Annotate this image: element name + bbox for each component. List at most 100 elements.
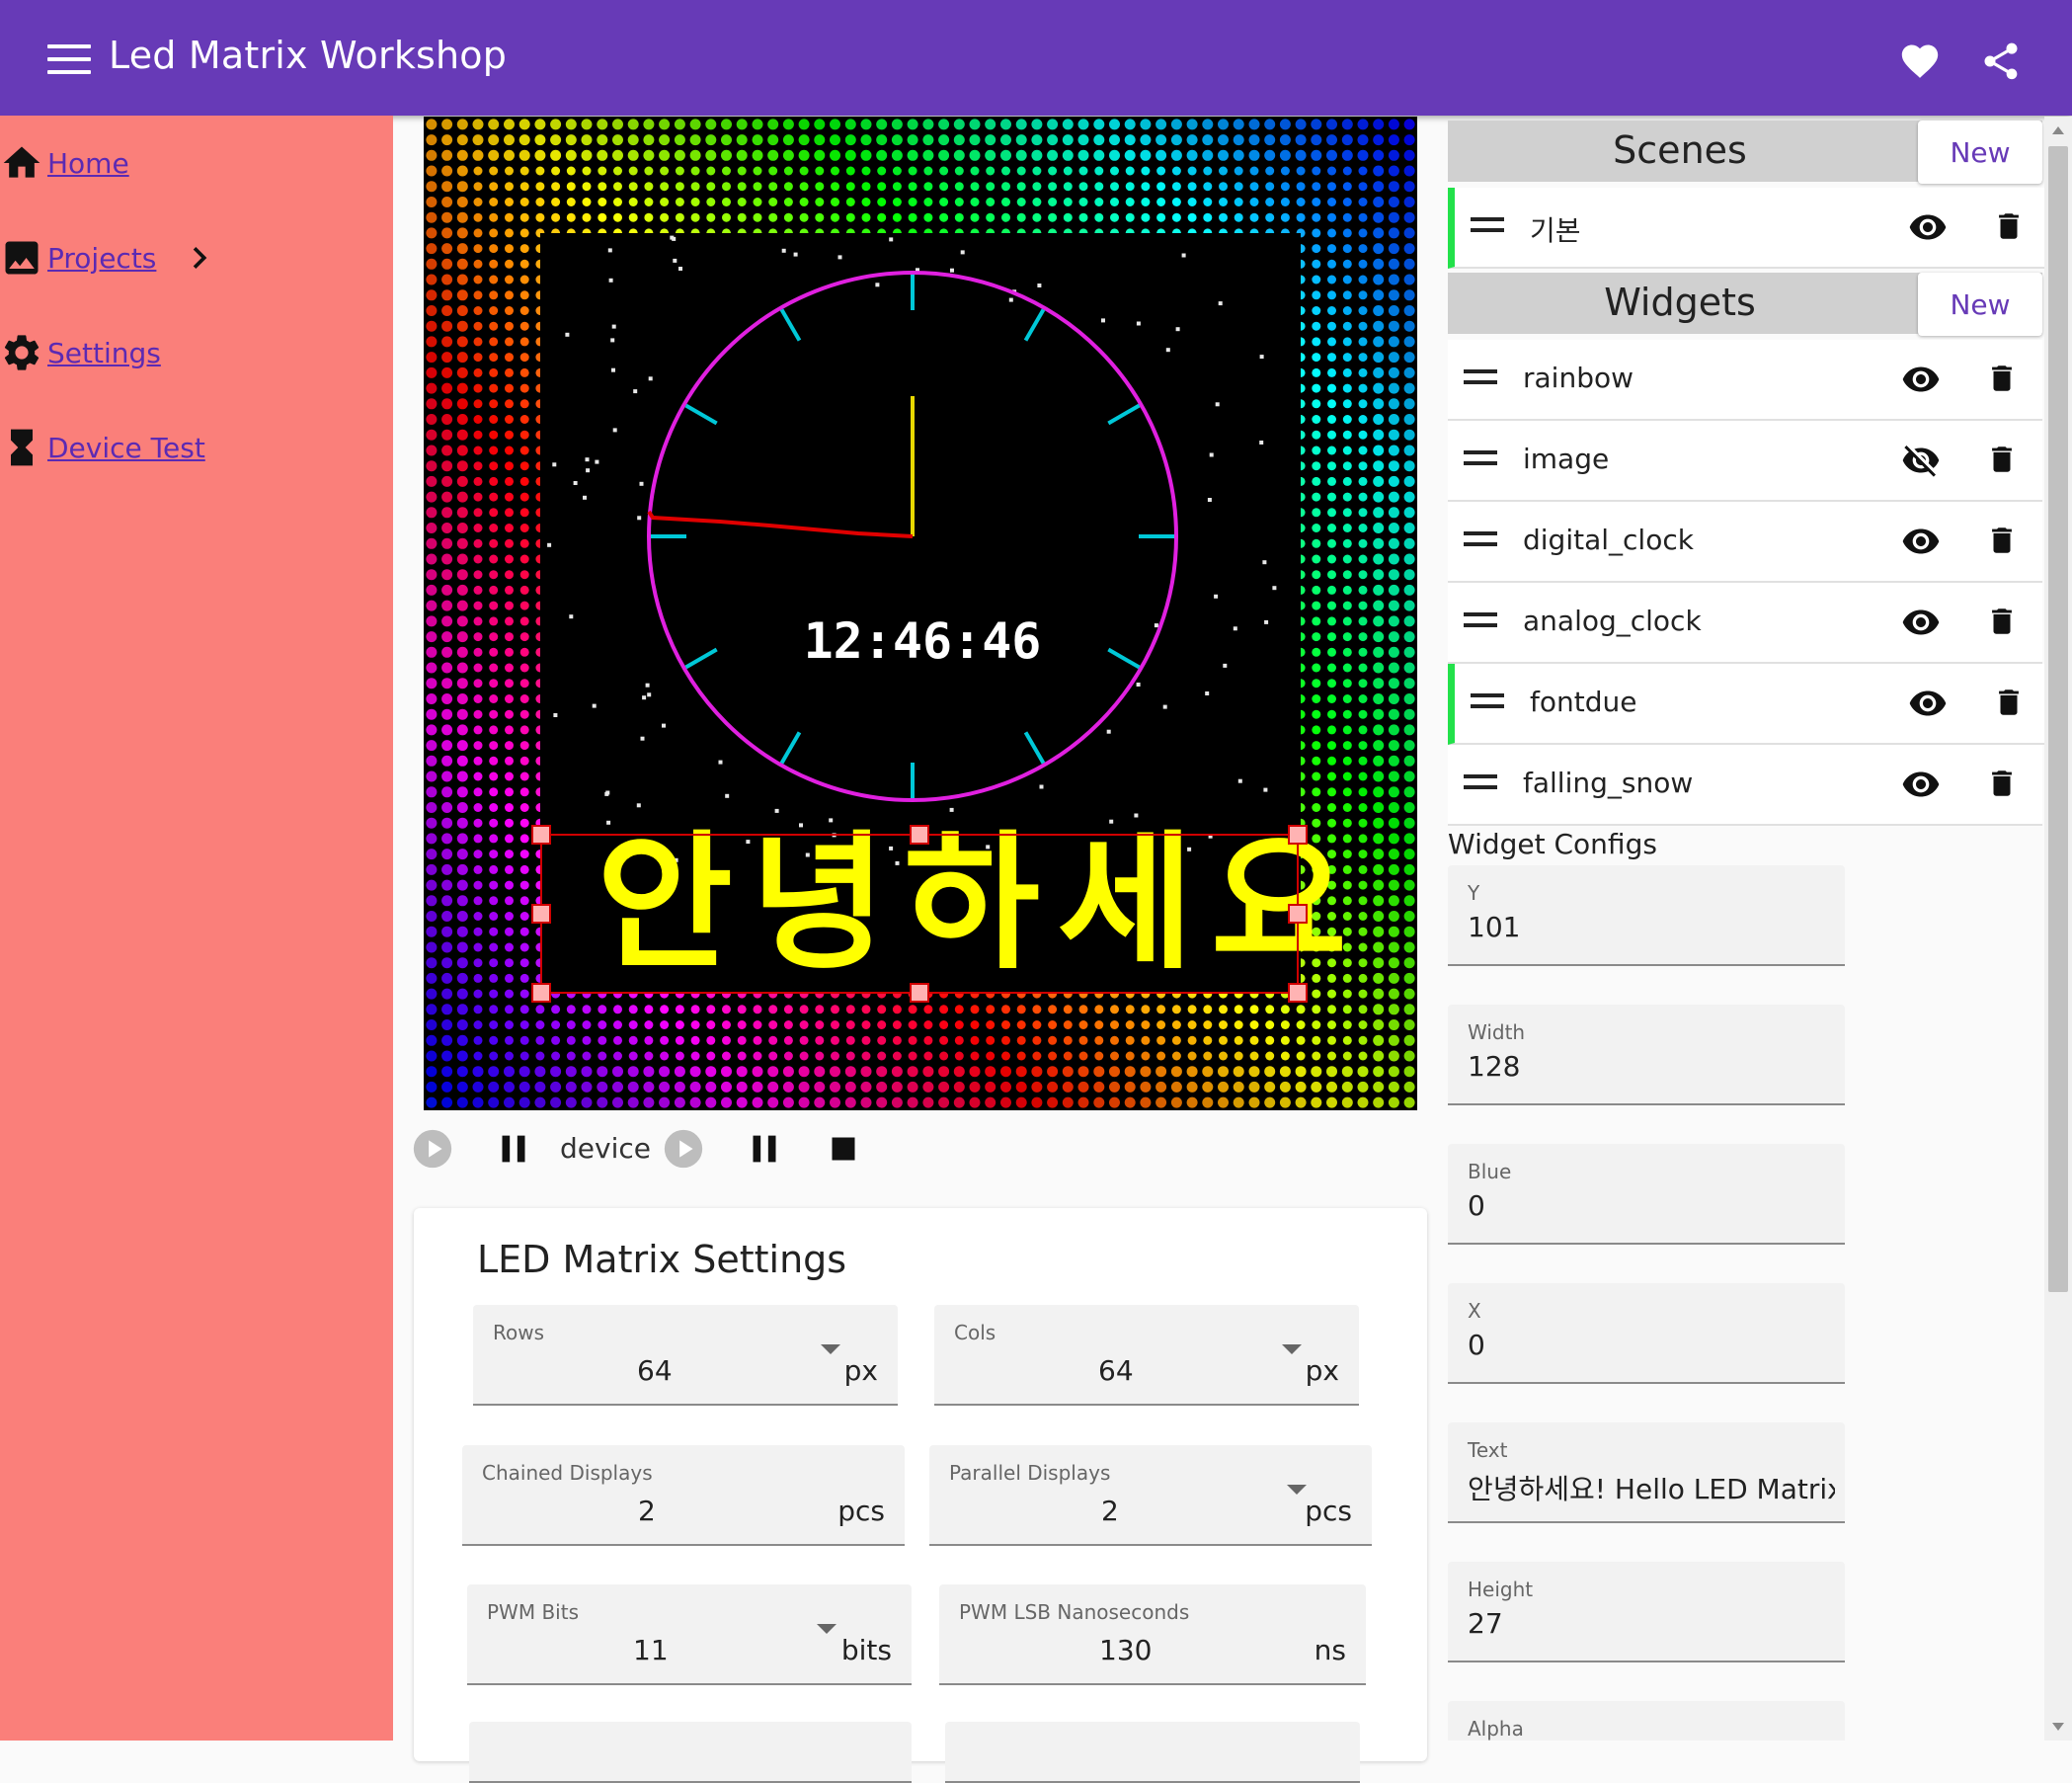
led-dot — [441, 693, 453, 704]
config-field-alpha[interactable]: Alpha — [1448, 1701, 1845, 1741]
led-dot — [1403, 879, 1415, 891]
favorite-icon[interactable] — [1898, 40, 1942, 79]
resize-handle[interactable] — [910, 983, 929, 1003]
drag-handle-icon[interactable] — [1464, 450, 1497, 472]
resize-handle[interactable] — [531, 825, 551, 845]
trash-icon[interactable] — [1992, 682, 2026, 723]
share-icon[interactable] — [1979, 40, 2023, 83]
widget-item-image[interactable]: image — [1448, 421, 2042, 502]
led-dot — [426, 181, 438, 193]
sidebar-item-home[interactable]: Home — [0, 135, 129, 191]
play-icon[interactable] — [410, 1126, 455, 1172]
eye-icon[interactable] — [1898, 603, 1944, 642]
drag-handle-icon[interactable] — [1464, 612, 1497, 634]
eye-icon[interactable] — [1898, 522, 1944, 561]
led-dot — [473, 212, 483, 222]
device-pause-icon[interactable] — [742, 1126, 787, 1172]
config-field-width[interactable]: Width 128 — [1448, 1005, 1845, 1105]
led-dot — [1032, 212, 1042, 222]
eye-icon[interactable] — [1898, 360, 1944, 399]
drag-handle-icon[interactable] — [1464, 531, 1497, 553]
config-field-blue[interactable]: Blue 0 — [1448, 1144, 1845, 1245]
led-dot — [441, 320, 453, 332]
scroll-down-arrow-icon[interactable] — [2052, 1723, 2064, 1731]
chained-displays-field[interactable]: Chained Displays 2 pcs — [462, 1445, 905, 1546]
led-dot — [954, 182, 964, 192]
led-dot — [1312, 383, 1321, 393]
panel-scrollbar[interactable] — [2044, 117, 2072, 1741]
drag-handle-icon[interactable] — [1471, 217, 1504, 239]
device-play-icon[interactable] — [661, 1126, 706, 1172]
scroll-up-arrow-icon[interactable] — [2052, 126, 2064, 134]
resize-handle[interactable] — [1288, 983, 1308, 1003]
new-widget-button[interactable]: New — [1918, 273, 2042, 336]
resize-handle[interactable] — [1288, 904, 1308, 924]
led-dot — [473, 725, 483, 735]
scroll-thumb[interactable] — [2048, 146, 2068, 1292]
drag-handle-icon[interactable] — [1471, 693, 1504, 715]
trash-icon[interactable] — [1992, 205, 2026, 247]
settings-field-partial[interactable] — [945, 1722, 1360, 1783]
rows-select[interactable]: Rows 64 px — [473, 1305, 898, 1406]
eye-icon[interactable] — [1898, 765, 1944, 804]
eye-icon[interactable] — [1905, 207, 1951, 247]
drag-handle-icon[interactable] — [1464, 369, 1497, 391]
trash-icon[interactable] — [1985, 763, 2019, 804]
resize-handle[interactable] — [531, 983, 551, 1003]
config-field-x[interactable]: X 0 — [1448, 1283, 1845, 1384]
pwm-bits-select[interactable]: PWM Bits 11 bits — [467, 1584, 912, 1685]
menu-icon[interactable] — [47, 44, 91, 74]
pwm-lsb-field[interactable]: PWM LSB Nanoseconds 130 ns — [939, 1584, 1366, 1685]
led-dot — [721, 1096, 732, 1108]
led-dot — [505, 538, 514, 548]
device-stop-icon[interactable] — [821, 1126, 866, 1172]
led-dot — [566, 198, 576, 206]
led-dot — [1342, 198, 1352, 206]
resize-handle[interactable] — [531, 904, 551, 924]
led-dot — [1280, 212, 1290, 222]
trash-icon[interactable] — [1985, 439, 2019, 480]
eye-off-icon[interactable] — [1898, 441, 1944, 480]
config-field-y[interactable]: Y 101 — [1448, 865, 1845, 966]
scene-item[interactable]: 기본 — [1448, 188, 2049, 269]
sidebar-item-projects[interactable]: Projects — [0, 230, 225, 285]
led-dot — [582, 212, 592, 222]
led-dot — [489, 461, 499, 471]
widget-item-rainbow[interactable]: rainbow — [1448, 340, 2042, 421]
chevron-right-icon[interactable] — [178, 236, 221, 280]
widget-item-analog-clock[interactable]: analog_clock — [1448, 583, 2042, 664]
resize-handle[interactable] — [1288, 825, 1308, 845]
sidebar-item-settings[interactable]: Settings — [0, 325, 161, 380]
led-dot — [1311, 1081, 1322, 1093]
led-dot — [1327, 367, 1336, 377]
led-dot — [1124, 1081, 1136, 1093]
led-dot — [1373, 429, 1385, 441]
led-dot — [1388, 926, 1399, 937]
led-dot — [472, 119, 484, 130]
cols-select[interactable]: Cols 64 px — [934, 1305, 1359, 1406]
led-dot — [518, 149, 530, 161]
new-scene-button[interactable]: New — [1918, 121, 2042, 184]
led-dot — [660, 1051, 670, 1061]
trash-icon[interactable] — [1985, 358, 2019, 399]
config-field-height[interactable]: Height 27 — [1448, 1562, 1845, 1662]
settings-field-partial[interactable] — [469, 1722, 912, 1783]
led-dot — [1001, 1005, 1010, 1014]
trash-icon[interactable] — [1985, 520, 2019, 561]
led-matrix-canvas[interactable]: 12:46:46 안녕하세요 — [424, 117, 1417, 1110]
config-field-text[interactable]: Text 안녕하세요! Hello LED Matrix!! — [1448, 1422, 1845, 1523]
eye-icon[interactable] — [1905, 684, 1951, 723]
led-dot — [845, 1035, 855, 1045]
sidebar-item-device-test[interactable]: Device Test — [0, 420, 205, 475]
trash-icon[interactable] — [1985, 601, 2019, 642]
resize-handle[interactable] — [910, 825, 929, 845]
led-dot — [736, 149, 748, 161]
widget-item-falling-snow[interactable]: falling_snow — [1448, 745, 2042, 826]
pause-icon[interactable] — [491, 1126, 536, 1172]
widget-item-digital-clock[interactable]: digital_clock — [1448, 502, 2042, 583]
snowflake — [889, 846, 894, 851]
led-dot — [798, 1066, 810, 1078]
widget-item-fontdue[interactable]: fontdue — [1448, 664, 2049, 745]
parallel-displays-select[interactable]: Parallel Displays 2 pcs — [929, 1445, 1372, 1546]
drag-handle-icon[interactable] — [1464, 774, 1497, 796]
